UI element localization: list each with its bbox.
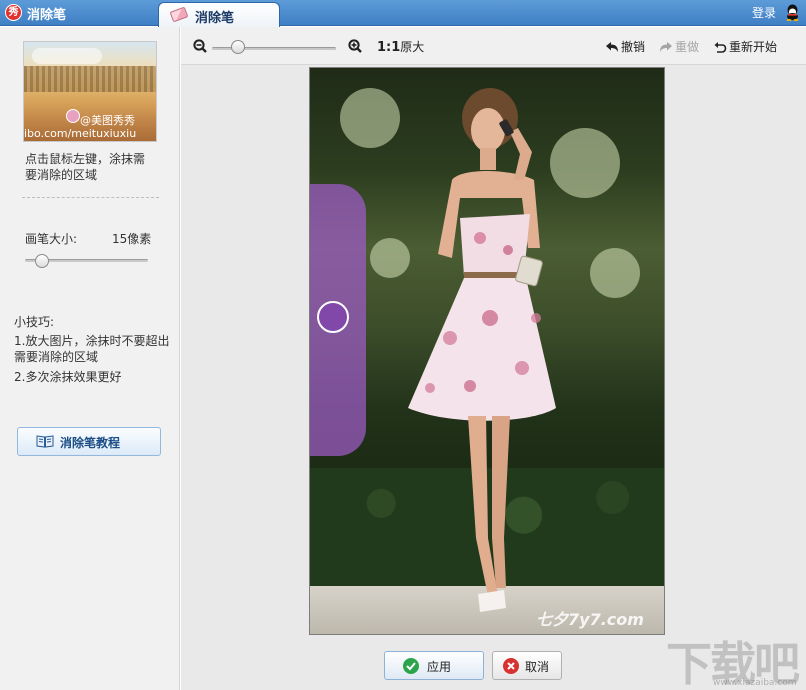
reset-button[interactable]: 重新开始 xyxy=(713,38,777,55)
brush-size-label: 画笔大小: xyxy=(25,232,78,246)
actual-size-ratio: 1:1 xyxy=(377,40,401,55)
thumbnail-url: ibo.com/meituxiuxiu xyxy=(24,127,137,140)
tab-label: 消除笔 xyxy=(195,11,235,26)
tab-eraser[interactable]: 消除笔 xyxy=(158,2,280,27)
brush-size-value: 15像素 xyxy=(112,232,152,246)
zoom-out-icon[interactable] xyxy=(193,39,207,53)
redo-icon xyxy=(660,42,672,52)
undo-button[interactable]: 撤销 xyxy=(605,38,645,55)
left-panel: @美图秀秀 ibo.com/meituxiuxiu 点击鼠标左键，涂抹需要消除的… xyxy=(0,27,180,690)
app-logo-icon: 秀 xyxy=(5,4,22,21)
canvas-watermark: 七夕7y7.com xyxy=(536,610,644,629)
undo-label: 撤销 xyxy=(621,40,646,54)
title-bar: 秀 消除笔 消除笔 登录 xyxy=(0,0,806,27)
actual-size-label: 原大 xyxy=(400,40,425,54)
redo-label: 重做 xyxy=(675,40,700,54)
qq-icon[interactable] xyxy=(785,4,800,21)
check-icon xyxy=(403,658,419,674)
eraser-icon xyxy=(169,6,189,23)
cancel-label: 取消 xyxy=(525,660,550,674)
reset-label: 重新开始 xyxy=(729,40,778,54)
tutorial-button[interactable]: 消除笔教程 xyxy=(17,427,161,456)
tip-item: 2.多次涂抹效果更好 xyxy=(14,370,122,384)
reset-icon xyxy=(714,42,727,53)
image-canvas[interactable]: 七夕7y7.com xyxy=(309,67,665,635)
book-icon xyxy=(36,435,54,448)
apply-button[interactable]: 应用 xyxy=(384,651,484,680)
toolbar: 1:1原大 撤销 重做 重新开始 xyxy=(181,27,806,65)
preview-thumbnail: @美图秀秀 ibo.com/meituxiuxiu xyxy=(23,41,157,142)
cancel-button[interactable]: 取消 xyxy=(492,651,562,680)
zoom-slider-handle[interactable] xyxy=(231,40,245,54)
instruction-text: 点击鼠标左键，涂抹需要消除的区域 xyxy=(25,152,146,182)
login-link[interactable]: 登录 xyxy=(752,4,776,21)
actual-size-button[interactable]: 1:1原大 xyxy=(377,38,424,55)
site-watermark-url: www.xiazaiba.com xyxy=(713,678,797,688)
tip-item: 1.放大图片，涂抹时不要超出需要消除的区域 xyxy=(14,334,170,364)
thumbnail-watermark: @美图秀秀 xyxy=(80,114,135,127)
brush-size-slider-handle[interactable] xyxy=(35,254,49,268)
divider xyxy=(22,197,159,198)
tutorial-button-label: 消除笔教程 xyxy=(60,436,121,450)
thumbnail-sky xyxy=(32,48,102,64)
weibo-icon xyxy=(66,109,80,123)
app-title: 消除笔 xyxy=(27,8,67,23)
zoom-in-icon[interactable] xyxy=(348,39,362,53)
tips-title: 小技巧: xyxy=(14,315,55,329)
main-area: 1:1原大 撤销 重做 重新开始 七夕7y7.com 应用 取消 xyxy=(181,27,806,690)
brush-cursor xyxy=(317,301,349,333)
redo-button[interactable]: 重做 xyxy=(659,38,699,55)
thumbnail-grass xyxy=(24,66,156,92)
apply-label: 应用 xyxy=(427,660,452,674)
undo-icon xyxy=(606,42,618,52)
close-icon xyxy=(503,658,519,674)
